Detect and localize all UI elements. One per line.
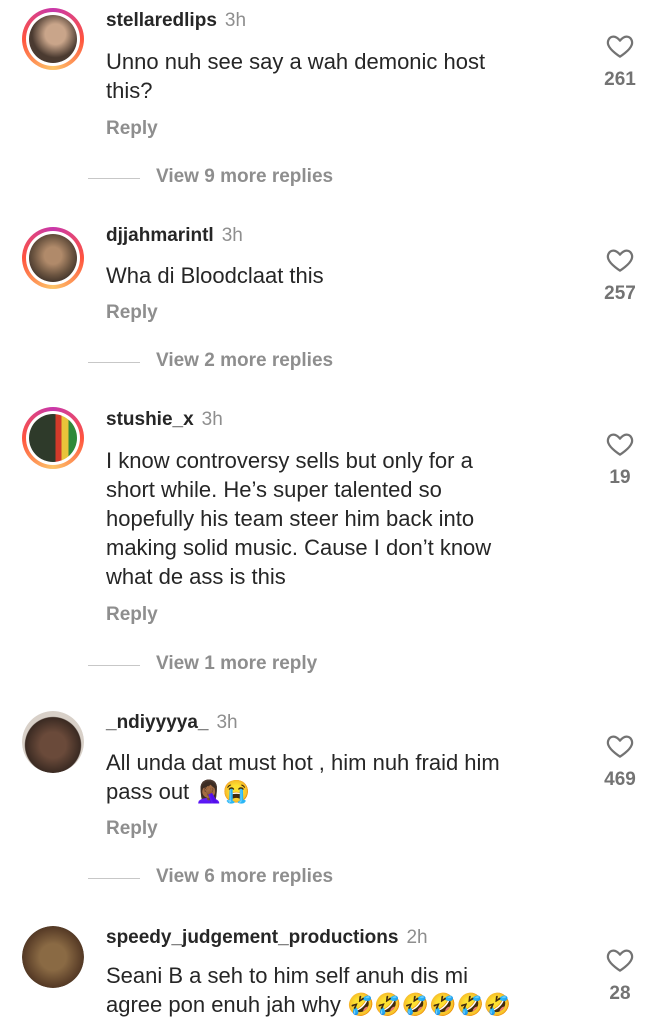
view-more-replies-label: View 1 more reply: [156, 653, 318, 674]
heart-outline-icon: [606, 433, 634, 456]
like-button[interactable]: 19: [598, 429, 642, 489]
avatar-photo: [29, 15, 77, 63]
reply-button[interactable]: Reply: [106, 302, 158, 324]
view-more-replies-label: View 6 more replies: [156, 866, 334, 887]
avatar-photo: [22, 711, 84, 773]
view-more-replies-label: View 2 more replies: [156, 350, 334, 371]
like-button[interactable]: 261: [598, 31, 642, 91]
like-button[interactable]: 469: [598, 731, 642, 791]
comment-time: 3h: [221, 225, 243, 246]
comment-text: I know controversy sells but only for a …: [106, 448, 492, 589]
reply-button[interactable]: Reply: [106, 118, 158, 140]
like-button[interactable]: 28: [598, 945, 642, 1005]
comment-text: Wha di Bloodclaat this: [106, 263, 324, 288]
avatar[interactable]: [22, 711, 84, 773]
comment-username[interactable]: _ndiyyyya_: [106, 712, 208, 733]
divider: [88, 878, 140, 879]
view-more-replies-label: View 9 more replies: [156, 166, 334, 187]
reply-button[interactable]: Reply: [106, 818, 158, 840]
heart-outline-icon: [606, 35, 634, 58]
heart-outline-icon: [606, 249, 634, 272]
like-button[interactable]: 257: [598, 245, 642, 305]
comment-time: 3h: [201, 409, 223, 430]
divider: [88, 178, 140, 179]
like-count: 257: [604, 283, 636, 304]
comment-text: Unno nuh see say a wah demonic host this…: [106, 49, 486, 103]
avatar[interactable]: [22, 926, 84, 988]
comment-text: All unda dat must hot , him nuh fraid hi…: [106, 750, 500, 804]
reply-button[interactable]: Reply: [106, 604, 158, 626]
comment-time: 3h: [224, 10, 247, 31]
heart-outline-icon: [606, 949, 634, 972]
avatar-photo: [22, 926, 84, 988]
comment-time: 2h: [406, 927, 428, 948]
like-count: 28: [609, 983, 631, 1004]
divider: [88, 362, 140, 363]
divider: [88, 665, 140, 666]
like-count: 469: [604, 769, 636, 790]
avatar[interactable]: [22, 407, 84, 469]
comment-username[interactable]: djjahmarintl: [106, 225, 214, 246]
avatar-photo: [29, 414, 77, 462]
heart-outline-icon: [606, 735, 634, 758]
like-count: 19: [609, 467, 631, 488]
avatar-photo: [29, 234, 77, 282]
comment-time: 3h: [216, 712, 238, 733]
comment-username[interactable]: stellaredlips: [106, 10, 217, 31]
avatar[interactable]: [22, 227, 84, 289]
comment-username[interactable]: speedy_judgement_productions: [106, 927, 398, 948]
like-count: 261: [604, 69, 636, 90]
comment-text: Seani B a seh to him self anuh dis mi ag…: [106, 963, 512, 1017]
avatar[interactable]: [22, 8, 84, 70]
comment-username[interactable]: stushie_x: [106, 409, 194, 430]
